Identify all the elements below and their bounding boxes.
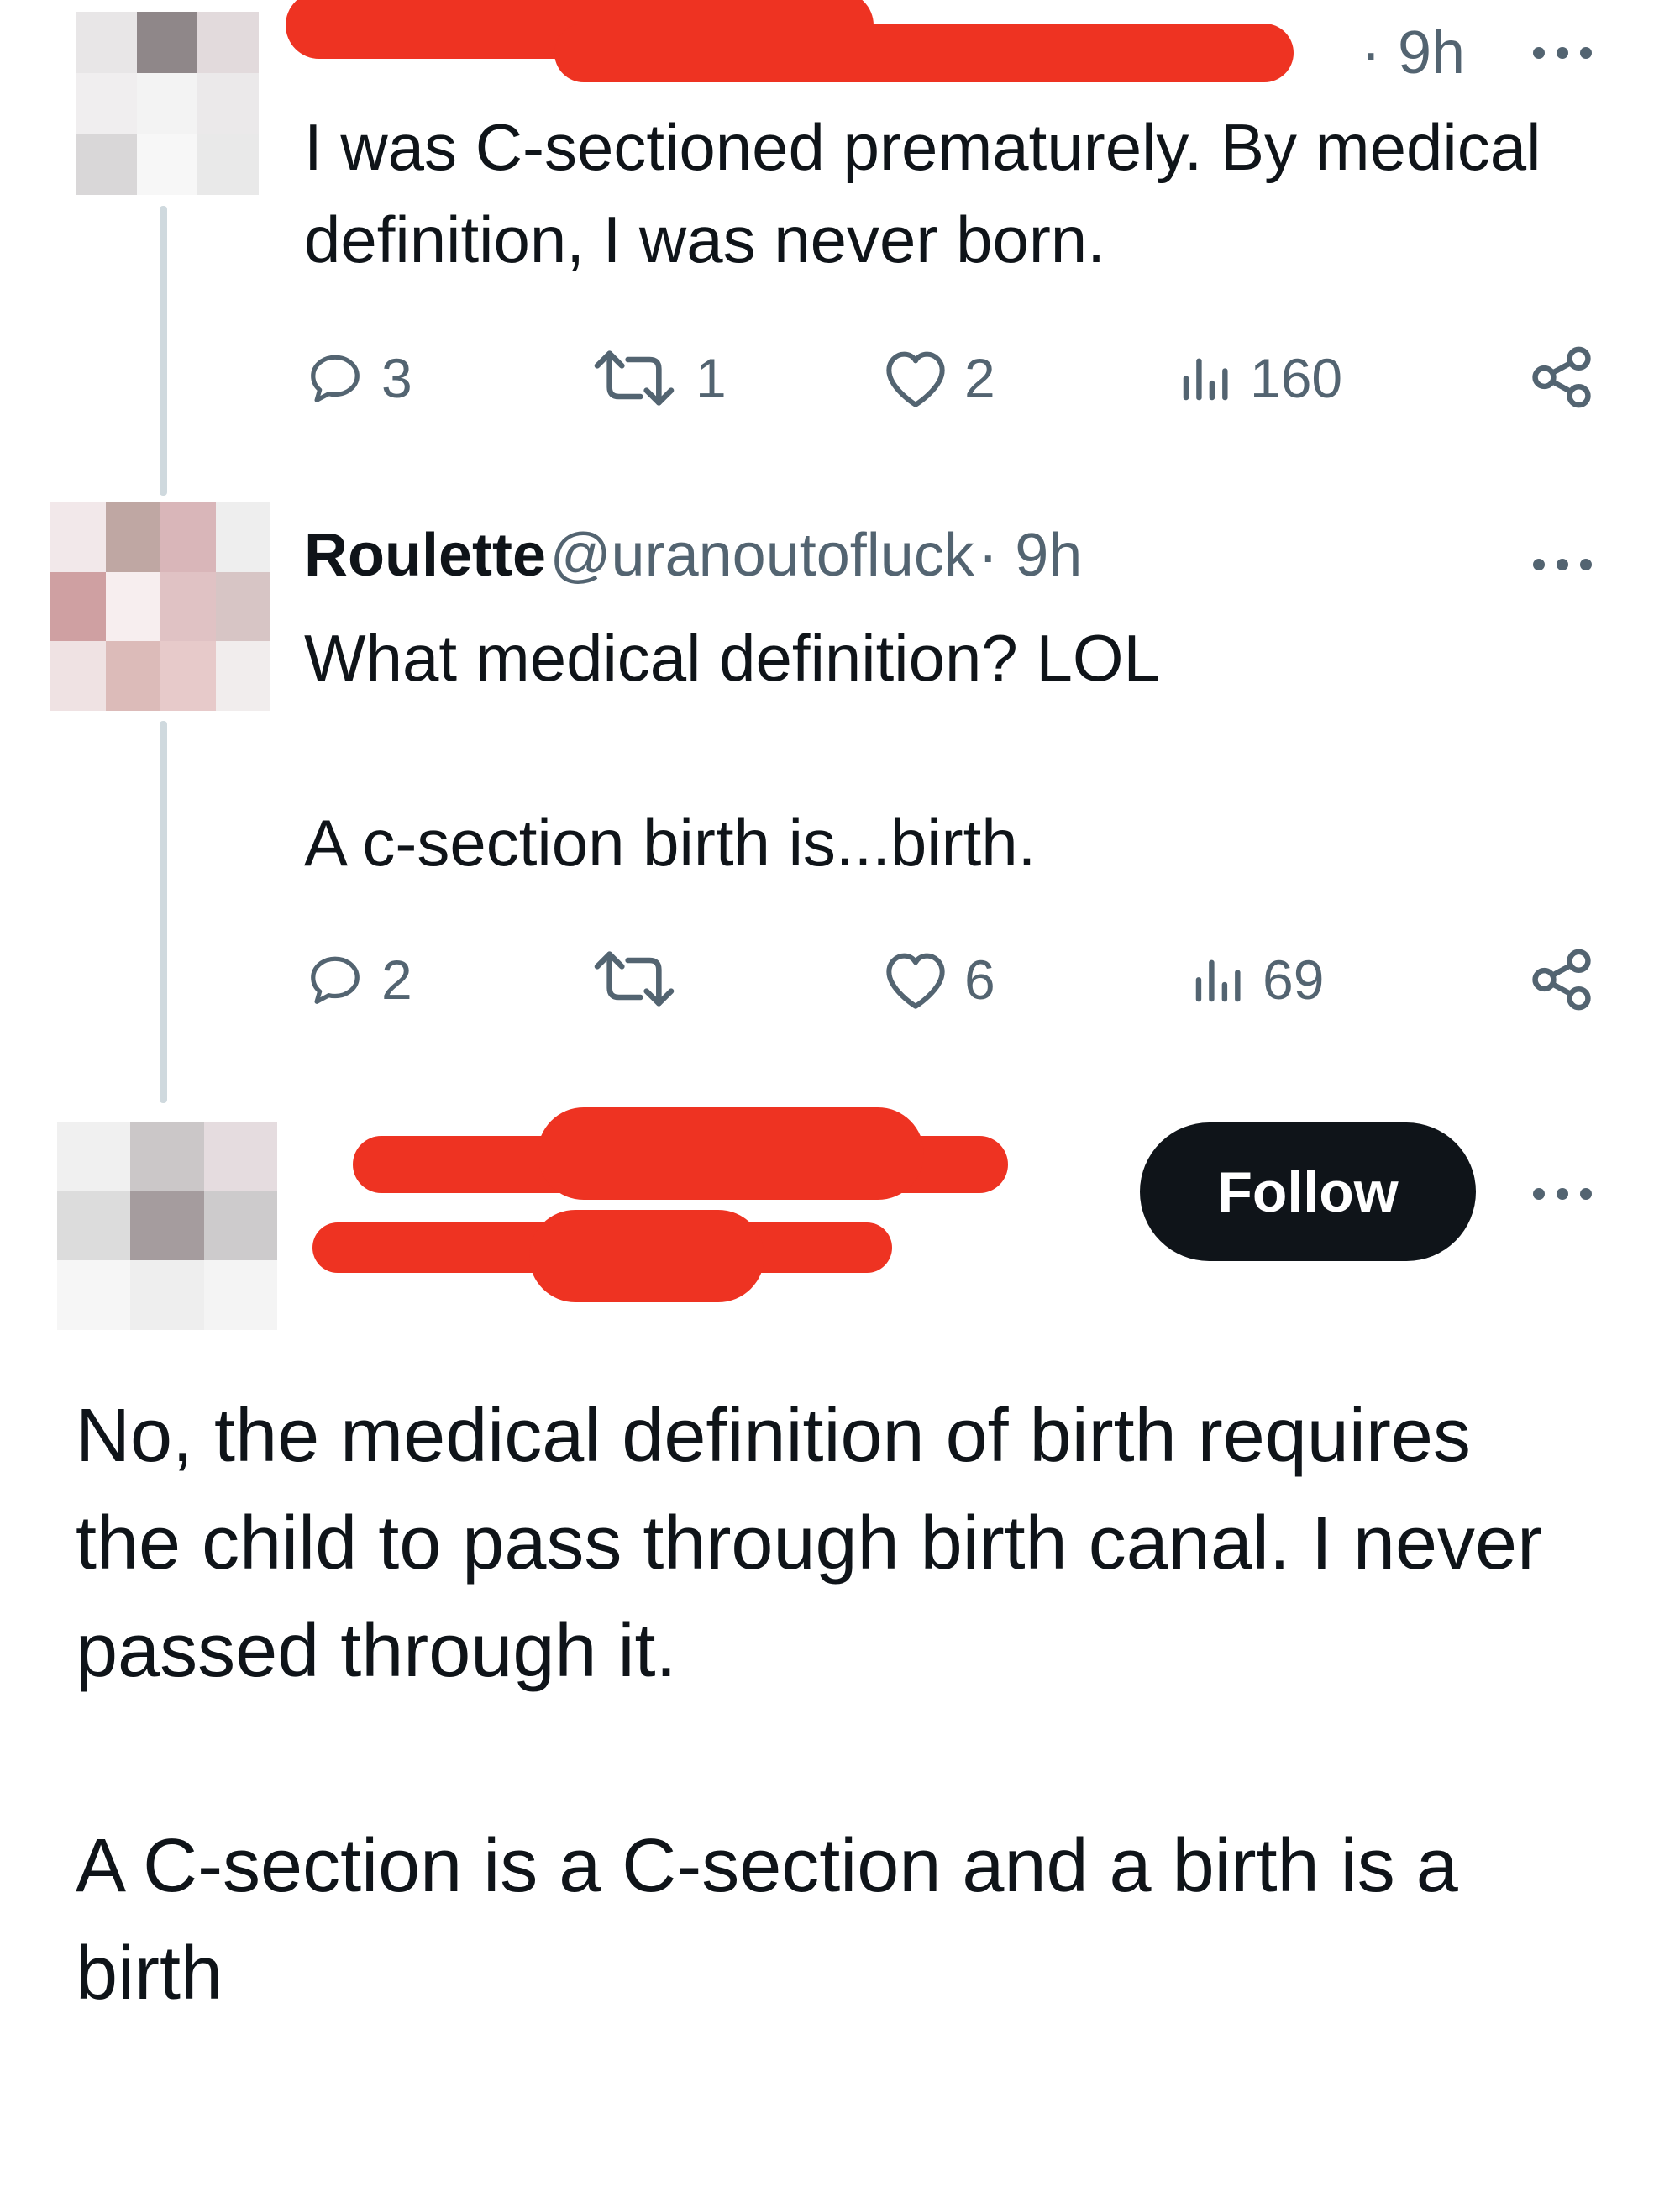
more-icon[interactable]	[1533, 1188, 1592, 1200]
reply-icon	[311, 355, 360, 402]
repost-count: 1	[696, 347, 727, 409]
user-handle[interactable]: @uranoutofluck	[549, 522, 974, 589]
repost-icon	[594, 951, 675, 1007]
views-icon	[1183, 358, 1228, 401]
like-button[interactable]: 2	[882, 346, 995, 410]
display-name[interactable]: Roulette	[304, 522, 546, 589]
like-count: 2	[964, 347, 995, 409]
redacted-handle	[529, 1210, 764, 1302]
tweet-text: I was C-sectioned prematurely. By medica…	[304, 110, 1541, 276]
views-count: 160	[1250, 347, 1343, 409]
tweet-text: What medical definition? LOL A c-section…	[304, 621, 1160, 880]
share-button[interactable]	[1527, 945, 1596, 1014]
avatar[interactable]	[76, 12, 259, 195]
repost-button[interactable]	[588, 948, 696, 1010]
redacted-handle	[554, 24, 1294, 82]
thread-line	[160, 721, 167, 1103]
views-button[interactable]: 69	[1189, 948, 1324, 1012]
like-button[interactable]: 6	[882, 948, 995, 1012]
heart-icon	[886, 953, 945, 1009]
reply-button[interactable]: 3	[304, 346, 412, 410]
share-button[interactable]	[1527, 343, 1596, 412]
tweet-text: No, the medical definition of birth requ…	[76, 1394, 1543, 2016]
thread-line	[160, 206, 167, 496]
reply-count: 3	[381, 347, 412, 409]
reply-button[interactable]: 2	[304, 948, 412, 1012]
more-icon[interactable]	[1533, 559, 1592, 570]
share-icon	[1532, 346, 1591, 408]
tweet-header: Roulette @uranoutofluck · 9h	[304, 521, 1082, 590]
repost-icon	[594, 350, 675, 406]
views-icon	[1195, 959, 1241, 1002]
avatar[interactable]	[57, 1122, 277, 1330]
tweet-time: · 9h	[978, 522, 1083, 589]
views-count: 69	[1263, 949, 1325, 1011]
reply-icon	[311, 956, 360, 1004]
like-count: 6	[964, 949, 995, 1011]
follow-button[interactable]: Follow	[1140, 1122, 1476, 1261]
share-icon	[1532, 949, 1591, 1011]
heart-icon	[886, 351, 945, 407]
views-button[interactable]: 160	[1176, 346, 1342, 410]
reply-count: 2	[381, 949, 412, 1011]
repost-button[interactable]: 1	[588, 346, 727, 410]
redacted-name	[538, 1107, 924, 1200]
avatar[interactable]	[50, 502, 270, 711]
more-icon[interactable]	[1533, 47, 1592, 59]
tweet-time: · 9h	[1361, 19, 1466, 87]
